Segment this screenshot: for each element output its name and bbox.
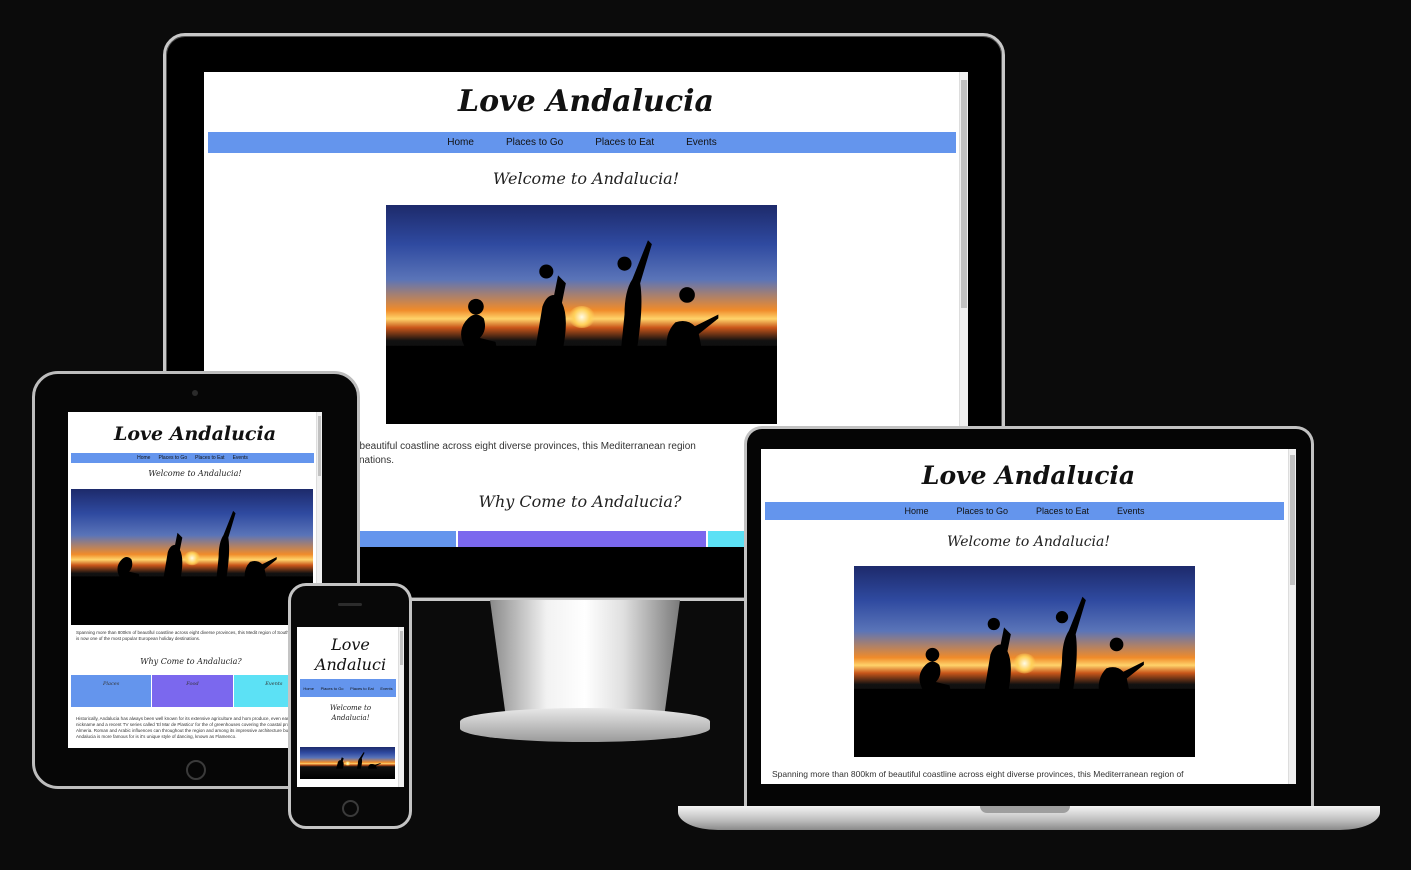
laptop-intro-paragraph: Spanning more than 800km of beautiful co… bbox=[772, 769, 1184, 779]
tablet-why-heading: Why Come to Andalucia? bbox=[140, 657, 242, 666]
tablet-tile-food[interactable]: Food bbox=[152, 675, 233, 707]
tile-food[interactable] bbox=[458, 531, 706, 547]
laptop-nav: Home Places to Go Places to Eat Events bbox=[765, 502, 1284, 520]
tablet-screen: Love Andalucia Home Places to Go Places … bbox=[68, 412, 322, 748]
phone-nav-events[interactable]: Events bbox=[380, 686, 392, 691]
tablet-dancers-silhouette bbox=[71, 510, 313, 625]
tablet-welcome-heading: Welcome to Andalucia! bbox=[148, 469, 242, 478]
phone-screen: Love Andaluci Home Places to Go Places t… bbox=[297, 627, 404, 787]
laptop-welcome-heading: Welcome to Andalucia! bbox=[946, 534, 1111, 550]
flamenco-sunset-image bbox=[386, 205, 777, 424]
laptop-hero-image bbox=[854, 566, 1195, 757]
tablet-intro-paragraph: Spanning more than 800km of beautiful co… bbox=[76, 630, 309, 641]
tablet-camera bbox=[192, 390, 198, 396]
main-nav: Home Places to Go Places to Eat Events bbox=[208, 132, 956, 153]
phone-site-title: Love Andaluci bbox=[314, 635, 387, 674]
phone-dancers-silhouette bbox=[336, 752, 381, 769]
tablet-home-button[interactable] bbox=[186, 760, 206, 780]
monitor-stand-base bbox=[460, 708, 710, 742]
laptop-dancers-silhouette bbox=[854, 596, 1195, 757]
phone-nav-home[interactable]: Home bbox=[303, 686, 314, 691]
phone-nav-places-to-go[interactable]: Places to Go bbox=[321, 686, 344, 691]
phone-welcome-heading: Welcome to Andalucia! bbox=[329, 704, 372, 722]
monitor-stand-neck bbox=[490, 600, 680, 712]
welcome-heading: Welcome to Andalucia! bbox=[492, 169, 680, 188]
phone-home-button[interactable] bbox=[342, 800, 359, 817]
tablet-nav-home[interactable]: Home bbox=[137, 455, 150, 461]
phone-scrollbar[interactable] bbox=[398, 627, 404, 787]
tablet-nav-places-to-eat[interactable]: Places to Eat bbox=[195, 455, 224, 461]
tablet-site-title: Love Andalucia bbox=[113, 423, 277, 445]
laptop-nav-events[interactable]: Events bbox=[1117, 506, 1145, 516]
nav-places-to-eat[interactable]: Places to Eat bbox=[595, 137, 654, 148]
tablet-hero-image bbox=[71, 489, 313, 625]
laptop-scrollbar[interactable] bbox=[1288, 449, 1296, 784]
phone-hero-image bbox=[300, 747, 395, 779]
responsive-mockup-scene: Love Andalucia Home Places to Go Places … bbox=[0, 0, 1411, 870]
site-title: Love Andalucia bbox=[458, 84, 714, 119]
laptop-nav-places-to-go[interactable]: Places to Go bbox=[956, 506, 1008, 516]
nav-events[interactable]: Events bbox=[686, 137, 717, 148]
phone-nav: Home Places to Go Places to Eat Events bbox=[300, 679, 396, 697]
tablet-nav-events[interactable]: Events bbox=[233, 455, 248, 461]
laptop-nav-places-to-eat[interactable]: Places to Eat bbox=[1036, 506, 1089, 516]
phone-speaker bbox=[338, 603, 362, 606]
nav-home[interactable]: Home bbox=[447, 137, 474, 148]
laptop-site-title: Love Andalucia bbox=[921, 461, 1136, 490]
tablet-nav: Home Places to Go Places to Eat Events bbox=[71, 453, 314, 463]
dancers-silhouette bbox=[386, 240, 777, 424]
laptop-screen: Love Andalucia Home Places to Go Places … bbox=[761, 449, 1296, 784]
nav-places-to-go[interactable]: Places to Go bbox=[506, 137, 563, 148]
phone-nav-places-to-eat[interactable]: Places to Eat bbox=[350, 686, 374, 691]
tablet-tile-places[interactable]: Places bbox=[71, 675, 152, 707]
tablet-feature-tiles: Places Food Events bbox=[71, 675, 314, 707]
laptop-nav-home[interactable]: Home bbox=[904, 506, 928, 516]
tablet-history-paragraph: Historically, Andalucia has always been … bbox=[76, 716, 305, 739]
laptop-notch bbox=[980, 806, 1070, 813]
desktop-scroll-thumb[interactable] bbox=[961, 80, 967, 308]
tablet-nav-places-to-go[interactable]: Places to Go bbox=[158, 455, 187, 461]
